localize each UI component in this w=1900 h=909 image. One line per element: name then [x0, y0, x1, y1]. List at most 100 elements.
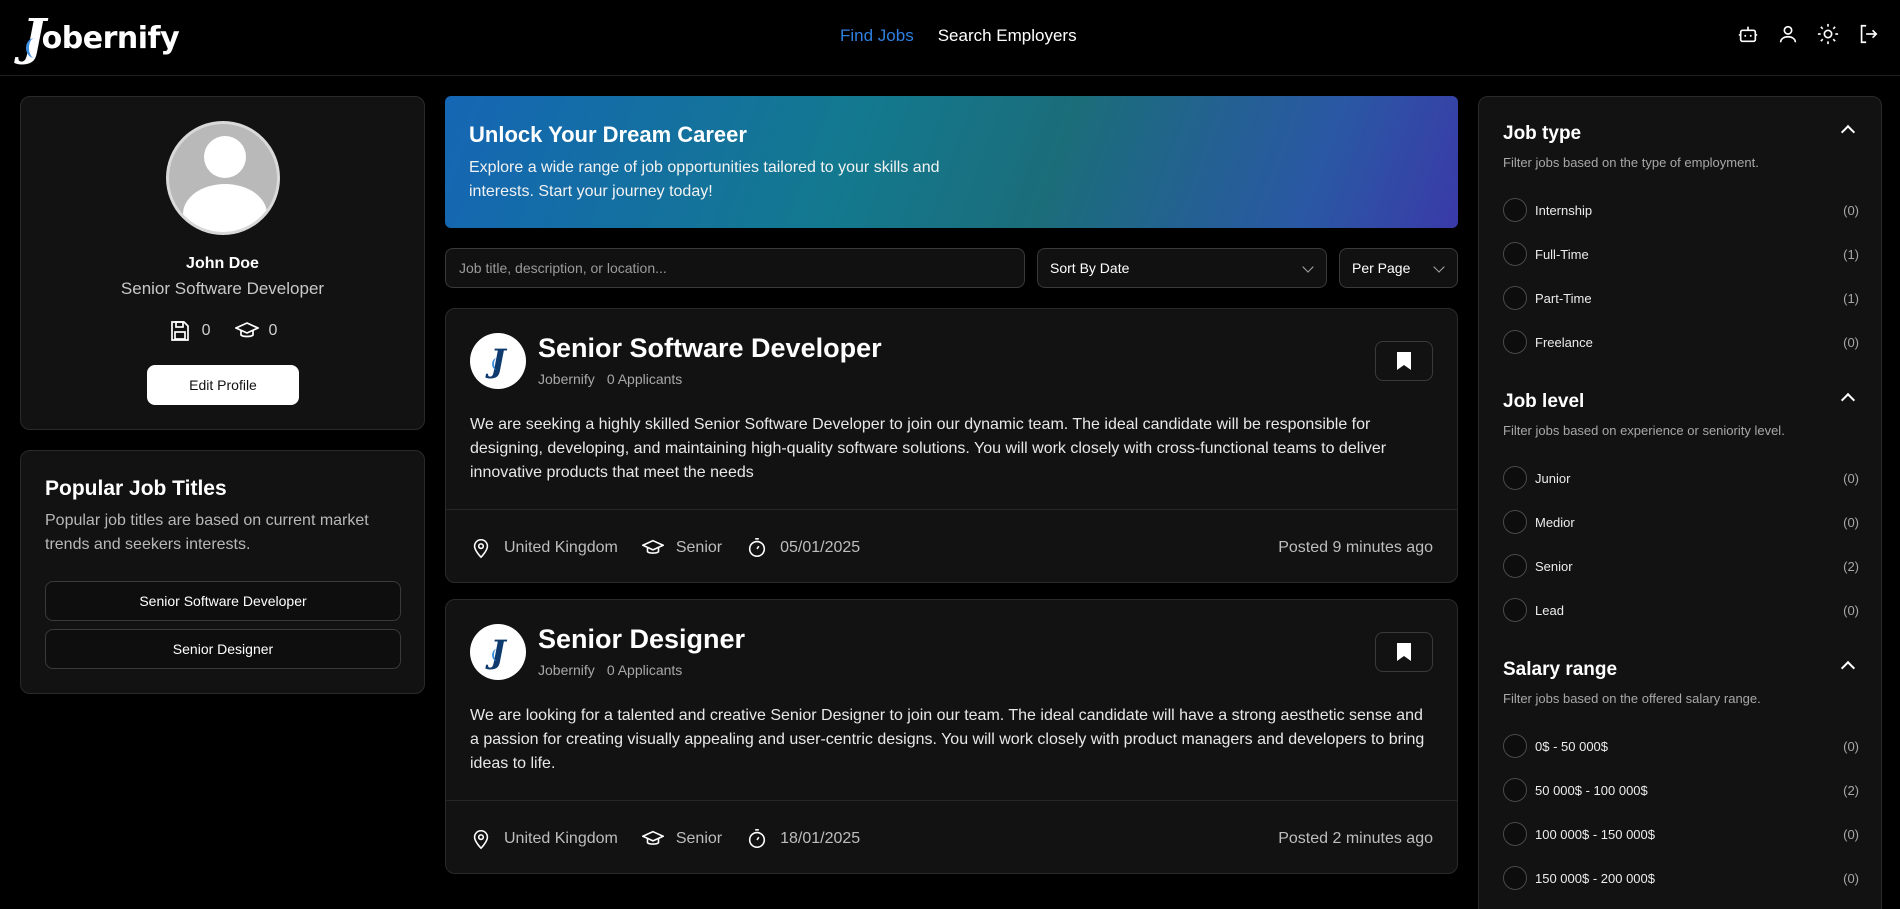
popular-item-senior-software-developer[interactable]: Senior Software Developer: [45, 581, 401, 621]
job-card[interactable]: J Senior Software Developer Jobernify 0 …: [445, 308, 1458, 583]
hero-banner: Unlock Your Dream Career Explore a wide …: [445, 96, 1458, 228]
nav-find-jobs[interactable]: Find Jobs: [840, 26, 914, 46]
header-actions: [1736, 22, 1880, 46]
logo-text: obernify: [41, 21, 180, 56]
job-description: We are seeking a highly skilled Senior S…: [470, 416, 1387, 481]
robot-icon[interactable]: [1736, 22, 1760, 46]
radio-button[interactable]: [1503, 286, 1527, 310]
job-location-text: United Kingdom: [504, 539, 618, 556]
map-pin-icon: [473, 538, 489, 559]
chevron-down-icon: [1302, 261, 1314, 273]
filter-option-label: Part-Time: [1535, 290, 1592, 306]
nav-search-employers[interactable]: Search Employers: [938, 26, 1077, 46]
avatar[interactable]: [166, 121, 280, 235]
job-location: United Kingdom: [470, 828, 618, 850]
filter-option-count: (0): [1843, 334, 1859, 350]
edit-profile-button[interactable]: Edit Profile: [147, 365, 299, 405]
radio-button[interactable]: [1503, 330, 1527, 354]
per-page-select-value: Per Page: [1352, 260, 1411, 276]
filter-option-salary-100k-150k[interactable]: 100 000$ - 150 000$ (0): [1503, 821, 1859, 847]
radio-button[interactable]: [1503, 778, 1527, 802]
avatar-head: [204, 136, 246, 178]
filter-option-count: (1): [1843, 290, 1859, 306]
filter-option-label: Senior: [1535, 558, 1573, 574]
radio-button[interactable]: [1503, 866, 1527, 890]
filter-option-count: (0): [1843, 202, 1859, 218]
job-deadline: 18/01/2025: [746, 828, 860, 850]
graduation-cap-icon: [641, 830, 664, 845]
radio-button[interactable]: [1503, 510, 1527, 534]
save-job-button[interactable]: [1375, 341, 1433, 381]
radio-button[interactable]: [1503, 598, 1527, 622]
filter-option-label: Junior: [1535, 470, 1571, 486]
job-meta: Jobernify 0 Applicants: [538, 371, 682, 387]
company-name[interactable]: Jobernify: [538, 371, 595, 387]
hero-title: Unlock Your Dream Career: [469, 122, 747, 147]
filter-option-salary-0-50k[interactable]: 0$ - 50 000$ (0): [1503, 733, 1859, 759]
job-level: Senior: [641, 537, 722, 559]
filter-option-internship[interactable]: Internship (0): [1503, 197, 1859, 223]
radio-button[interactable]: [1503, 554, 1527, 578]
filter-option-medior[interactable]: Medior (0): [1503, 509, 1859, 535]
jobernify-logo[interactable]: J obernify: [22, 12, 180, 62]
job-location-text: United Kingdom: [504, 830, 618, 847]
company-logo-letter: J: [490, 633, 506, 671]
job-card[interactable]: J Senior Designer Jobernify 0 Applicants…: [445, 599, 1458, 874]
job-deadline-text: 18/01/2025: [780, 830, 861, 847]
filter-option-count: (2): [1843, 782, 1859, 798]
profile-stats: 0 0: [21, 319, 424, 343]
filter-option-count: (1): [1843, 246, 1859, 262]
filter-salary-range-description: Filter jobs based on the offered salary …: [1503, 691, 1761, 706]
filter-option-salary-150k-200k[interactable]: 150 000$ - 200 000$ (0): [1503, 865, 1859, 891]
job-search-input[interactable]: [445, 248, 1025, 288]
company-name[interactable]: Jobernify: [538, 662, 595, 678]
saved-jobs-stat[interactable]: 0: [168, 319, 211, 343]
sort-select[interactable]: Sort By Date: [1037, 248, 1327, 288]
profile-card: John Doe Senior Software Developer 0 0 E…: [20, 96, 425, 430]
per-page-select[interactable]: Per Page: [1339, 248, 1458, 288]
filter-option-label: 150 000$ - 200 000$: [1535, 870, 1655, 886]
chevron-up-icon[interactable]: [1840, 392, 1856, 408]
company-logo: J: [470, 333, 526, 389]
filter-option-lead[interactable]: Lead (0): [1503, 597, 1859, 623]
logout-icon[interactable]: [1856, 22, 1880, 46]
popular-description: Popular job titles are based on current …: [45, 512, 369, 553]
filters-panel: Job type Filter jobs based on the type o…: [1478, 96, 1882, 909]
filter-option-junior[interactable]: Junior (0): [1503, 465, 1859, 491]
job-title[interactable]: Senior Software Developer: [538, 333, 882, 364]
job-footer: United Kingdom Senior 05/01/2025: [470, 537, 860, 559]
bookmark-icon: [1397, 643, 1411, 661]
sun-icon[interactable]: [1816, 22, 1840, 46]
applicants-count: 0 Applicants: [606, 662, 683, 678]
top-navbar: J obernify Find Jobs Search Employers: [0, 0, 1900, 76]
radio-button[interactable]: [1503, 242, 1527, 266]
job-level: Senior: [641, 828, 722, 850]
chevron-up-icon[interactable]: [1840, 124, 1856, 140]
filter-job-type-description: Filter jobs based on the type of employm…: [1503, 155, 1759, 170]
company-logo: J: [470, 624, 526, 680]
filter-option-full-time[interactable]: Full-Time (1): [1503, 241, 1859, 267]
radio-button[interactable]: [1503, 822, 1527, 846]
save-job-button[interactable]: [1375, 632, 1433, 672]
job-description: We are looking for a talented and creati…: [470, 707, 1425, 772]
filter-option-freelance[interactable]: Freelance (0): [1503, 329, 1859, 355]
user-icon[interactable]: [1776, 22, 1800, 46]
popular-item-senior-designer[interactable]: Senior Designer: [45, 629, 401, 669]
filter-option-count: (0): [1843, 826, 1859, 842]
filter-option-part-time[interactable]: Part-Time (1): [1503, 285, 1859, 311]
chevron-up-icon[interactable]: [1840, 660, 1856, 676]
job-title[interactable]: Senior Designer: [538, 624, 745, 655]
job-meta: Jobernify 0 Applicants: [538, 662, 682, 678]
applicants-count: 0 Applicants: [606, 371, 683, 387]
applied-jobs-stat[interactable]: 0: [234, 319, 277, 343]
divider: [446, 509, 1457, 510]
radio-button[interactable]: [1503, 198, 1527, 222]
job-deadline: 05/01/2025: [746, 537, 860, 559]
filter-option-senior[interactable]: Senior (2): [1503, 553, 1859, 579]
filter-option-salary-50k-100k[interactable]: 50 000$ - 100 000$ (2): [1503, 777, 1859, 803]
filter-option-count: (2): [1843, 558, 1859, 574]
radio-button[interactable]: [1503, 734, 1527, 758]
saved-jobs-count: 0: [201, 322, 211, 339]
filter-option-label: 100 000$ - 150 000$: [1535, 826, 1655, 842]
radio-button[interactable]: [1503, 466, 1527, 490]
